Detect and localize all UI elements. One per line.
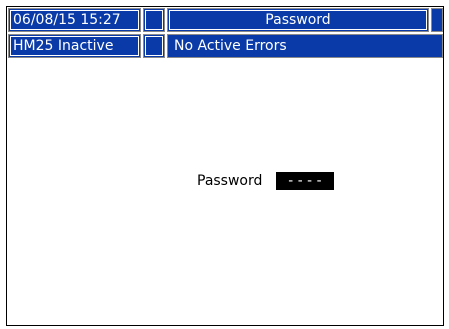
screen-title: Password: [265, 12, 331, 28]
system-status-display: HM25 Inactive: [8, 34, 141, 58]
password-row: Password ----: [197, 172, 335, 190]
status-indicator-3: [143, 34, 165, 58]
status-indicator-1: [143, 8, 165, 32]
error-status-display: No Active Errors: [167, 34, 443, 58]
system-status-text: HM25 Inactive: [13, 38, 114, 54]
password-screen-content: [8, 59, 442, 324]
datetime-text: 06/08/15 15:27: [13, 12, 121, 28]
datetime-display: 06/08/15 15:27: [8, 8, 141, 32]
error-status-text: No Active Errors: [174, 38, 287, 54]
screen-title-bar: Password: [167, 8, 429, 32]
status-indicator-2: [431, 8, 443, 32]
password-label: Password: [197, 173, 263, 189]
display-screen: 06/08/15 15:27 Password HM25 Inactive No…: [6, 6, 444, 326]
password-input[interactable]: ----: [276, 172, 335, 190]
